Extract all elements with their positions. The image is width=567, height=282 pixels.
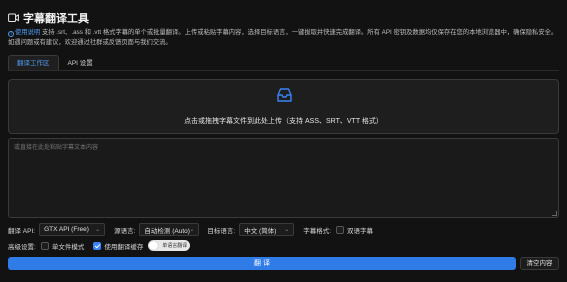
toggle-knob (149, 241, 159, 250)
chevron-down-icon: ⌄ (95, 227, 101, 233)
translate-button[interactable]: 翻 译 (8, 257, 516, 270)
upload-dropzone[interactable]: 点击或拖拽字幕文件到此处上传（支持 ASS、SRT、VTT 格式） (8, 79, 559, 134)
single-file-checkbox[interactable] (40, 241, 49, 250)
advanced-label: 高级设置: (8, 243, 36, 251)
clear-button[interactable]: 清空内容 (520, 257, 559, 270)
single-file-label: 单文件模式 (51, 243, 85, 251)
api-select[interactable]: GTX API (Free) ⌄ (39, 223, 106, 236)
api-label: 翻译 API: (8, 227, 36, 235)
description-text: 支持 .srt、.ass 和 .vtt 格式字幕的单个或批量翻译。上传或粘贴字幕… (8, 29, 558, 46)
inbox-icon (276, 87, 293, 105)
chevron-down-icon: ⌄ (284, 227, 290, 233)
cache-label: 使用翻译缓存 (104, 243, 144, 251)
target-language-select[interactable]: 中文 (简体) ⌄ (239, 223, 295, 236)
source-label: 源语言: (114, 227, 136, 235)
chevron-down-icon: ⌄ (189, 227, 195, 233)
bilingual-label: 双语字幕 (347, 227, 374, 235)
format-label: 字幕格式: (303, 227, 332, 235)
tab-bar: 翻译工作区 API 设置 (8, 55, 102, 70)
textarea-placeholder: 或直接在此处粘贴字幕文本内容 (14, 145, 99, 151)
resize-grip-icon[interactable] (552, 211, 557, 216)
bilingual-checkbox[interactable] (336, 225, 345, 234)
settings-row: 翻译 API: GTX API (Free) ⌄ 源语言: 自动检测 (Auto)… (8, 223, 373, 236)
advanced-row: 高级设置: 单文件模式 使用翻译缓存 单语言翻译 (8, 240, 191, 251)
dropzone-text: 点击或拖拽字幕文件到此处上传（支持 ASS、SRT、VTT 格式） (184, 118, 383, 125)
description: i 使用说明 支持 .srt、.ass 和 .vtt 格式字幕的单个或批量翻译。上… (8, 28, 558, 48)
page-title: 字幕翻译工具 (23, 13, 89, 25)
page-header: 字幕翻译工具 (8, 10, 89, 26)
cache-checkbox[interactable] (93, 241, 102, 250)
toggle-label: 单语言翻译 (162, 243, 188, 249)
target-label: 目标语言: (207, 227, 236, 235)
tab-divider (8, 70, 559, 71)
help-link[interactable]: 使用说明 (15, 29, 40, 36)
single-language-toggle[interactable]: 单语言翻译 (148, 240, 191, 251)
subtitle-textarea[interactable]: 或直接在此处粘贴字幕文本内容 (8, 138, 559, 218)
subtitle-icon (8, 13, 19, 23)
tab-workspace[interactable]: 翻译工作区 (8, 55, 59, 70)
info-icon: i (8, 30, 14, 37)
tab-api-settings[interactable]: API 设置 (59, 55, 102, 70)
source-language-select[interactable]: 自动检测 (Auto) ⌄ (139, 223, 200, 236)
